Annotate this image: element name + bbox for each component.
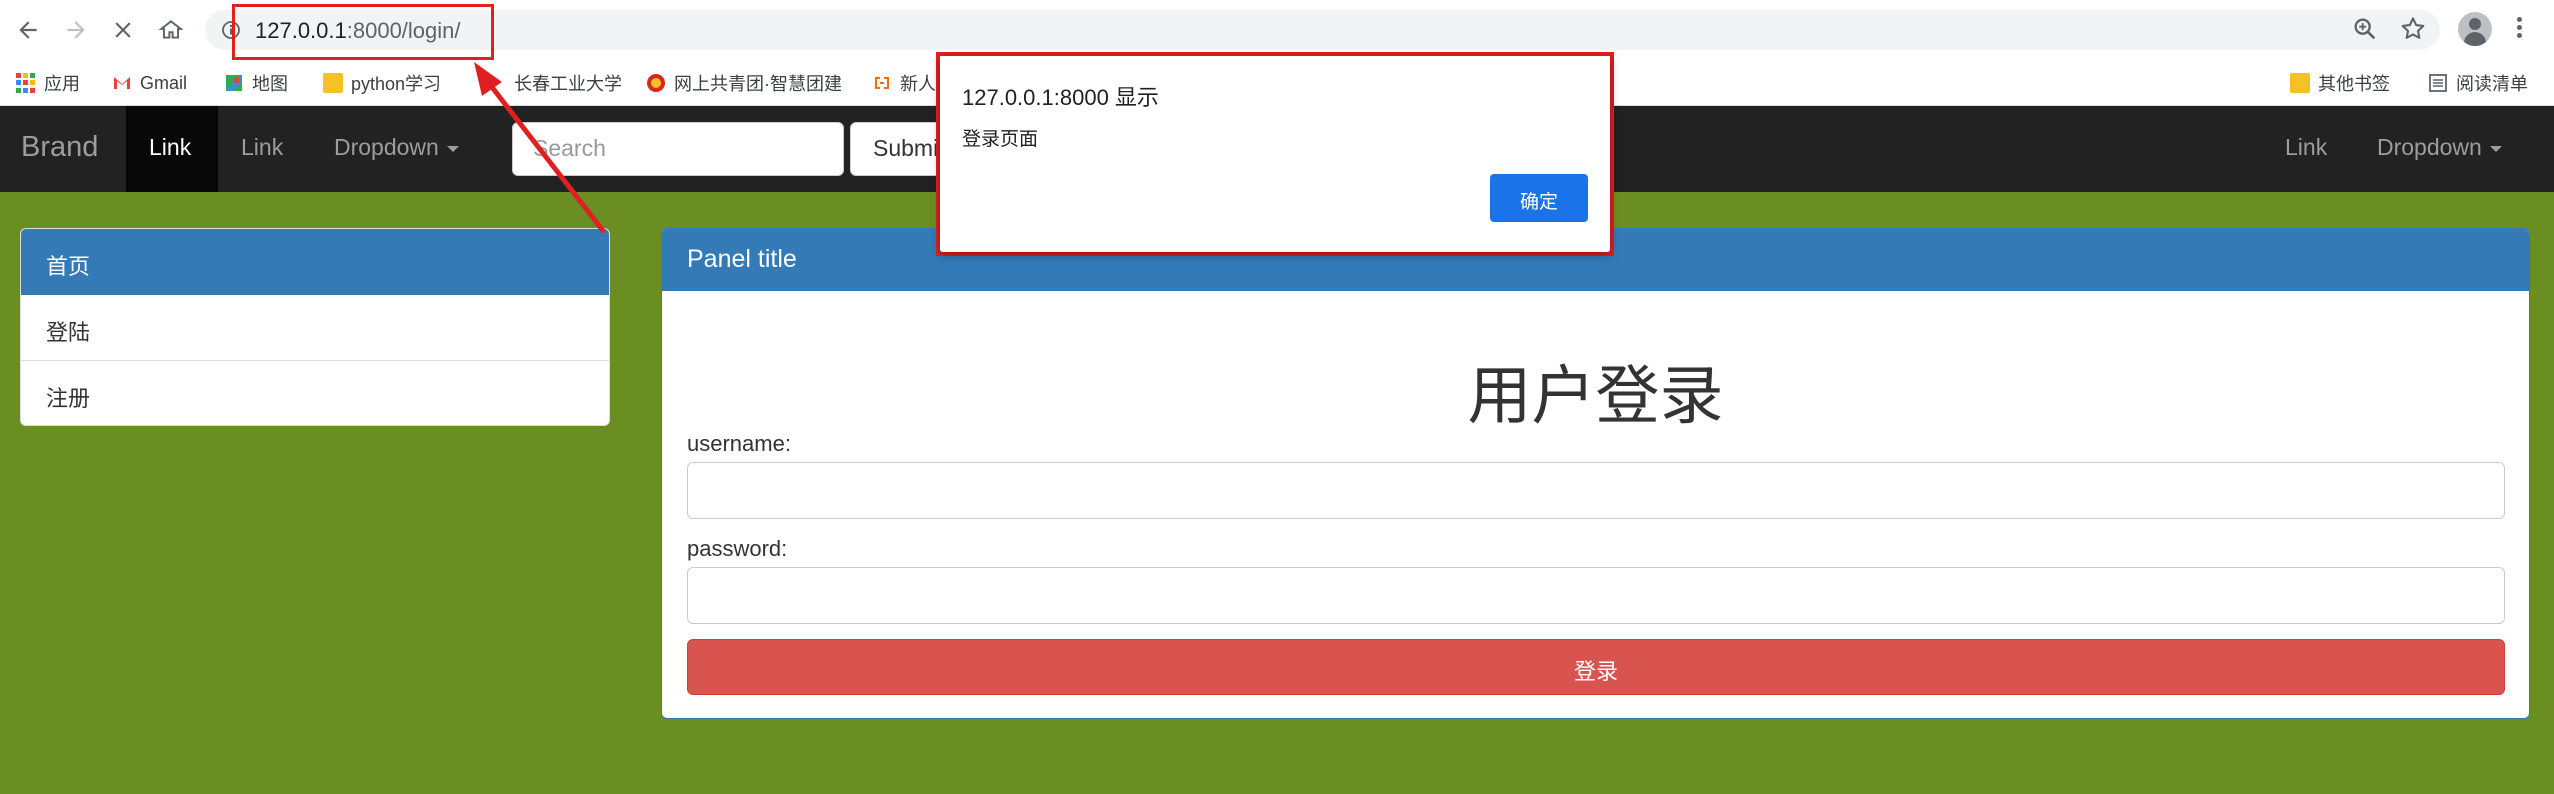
- dialog-title: 127.0.0.1:8000 显示: [962, 85, 1159, 110]
- site-icon: [875, 77, 889, 89]
- nav-right-link[interactable]: Link: [2285, 134, 2327, 161]
- search-input[interactable]: Search: [512, 122, 844, 176]
- home-icon[interactable]: [153, 12, 189, 48]
- apps-icon: [16, 73, 36, 93]
- bookmark-maps[interactable]: 地图: [224, 69, 288, 97]
- bookmark-label: 新人: [900, 74, 936, 94]
- url-annotation-box: [232, 4, 494, 60]
- sidebar-list: 首页 登陆 注册: [20, 228, 610, 426]
- bookmark-label: 应用: [44, 74, 80, 94]
- navbar-brand[interactable]: Brand: [21, 131, 98, 164]
- bookmark-label: python学习: [351, 74, 442, 94]
- bookmark-label: 其他书签: [2318, 74, 2390, 94]
- back-icon[interactable]: [10, 12, 46, 48]
- username-field[interactable]: [687, 462, 2505, 519]
- bookmark-label: 阅读清单: [2456, 74, 2528, 94]
- bookmark-python[interactable]: python学习: [323, 69, 441, 97]
- alert-dialog: 127.0.0.1:8000 显示 登录页面 确定: [940, 56, 1610, 252]
- bookmark-other[interactable]: 其他书签: [2290, 69, 2390, 97]
- caret-down-icon: [2489, 145, 2502, 152]
- nav-dropdown-label: Dropdown: [2377, 134, 2482, 160]
- bookmark-label: 地图: [252, 74, 288, 94]
- bookmark-youth-league[interactable]: 网上共青团·智慧团建: [646, 69, 842, 97]
- sidebar-item-login[interactable]: 登陆: [21, 295, 609, 361]
- maps-icon: [226, 75, 242, 91]
- nav-link-2[interactable]: Link: [241, 134, 283, 161]
- caret-down-icon: [446, 145, 459, 152]
- bookmark-label: 长春工业大学: [514, 74, 622, 94]
- nav-dropdown[interactable]: Dropdown: [334, 134, 459, 161]
- nav-dropdown-label: Dropdown: [334, 134, 439, 160]
- menu-icon[interactable]: [2514, 14, 2524, 44]
- profile-avatar[interactable]: [2458, 12, 2492, 46]
- dialog-ok-button[interactable]: 确定: [1490, 174, 1588, 222]
- star-icon[interactable]: [2399, 15, 2427, 43]
- nav-link-label: Link: [149, 134, 192, 160]
- bookmark-label: 网上共青团·智慧团建: [674, 74, 842, 94]
- bookmark-new[interactable]: 新人: [872, 69, 936, 97]
- bookmark-reading-list[interactable]: 阅读清单: [2428, 69, 2528, 97]
- gmail-icon: [114, 77, 130, 89]
- nav-item-link-active[interactable]: Link: [126, 106, 218, 192]
- bookmark-apps[interactable]: 应用: [16, 69, 80, 97]
- reading-list-icon: [2429, 74, 2447, 92]
- dialog-message: 登录页面: [962, 129, 1039, 150]
- login-panel: Panel title 用户登录 username: password: 登录: [661, 228, 2530, 719]
- folder-icon: [323, 73, 343, 93]
- sidebar-item-register[interactable]: 注册: [21, 361, 609, 425]
- sidebar-item-home[interactable]: 首页: [21, 229, 609, 295]
- bookmark-label: Gmail: [140, 72, 188, 93]
- password-label: password:: [687, 536, 788, 561]
- address-bar[interactable]: 127.0.0.1:8000/login/: [205, 10, 2440, 50]
- zoom-icon[interactable]: [2351, 15, 2379, 43]
- login-button[interactable]: 登录: [687, 639, 2505, 695]
- username-label: username:: [687, 431, 791, 456]
- password-field[interactable]: [687, 567, 2505, 624]
- bookmark-ccut[interactable]: 长春工业大学: [486, 69, 622, 97]
- forward-icon[interactable]: [58, 12, 94, 48]
- stop-loading-icon[interactable]: [105, 12, 141, 48]
- folder-icon: [2290, 73, 2310, 93]
- nav-right-dropdown[interactable]: Dropdown: [2377, 134, 2502, 161]
- site-icon: [486, 73, 506, 93]
- site-icon: [647, 74, 665, 92]
- bookmark-gmail[interactable]: Gmail: [112, 69, 187, 97]
- form-title: 用户登录: [1467, 360, 1724, 434]
